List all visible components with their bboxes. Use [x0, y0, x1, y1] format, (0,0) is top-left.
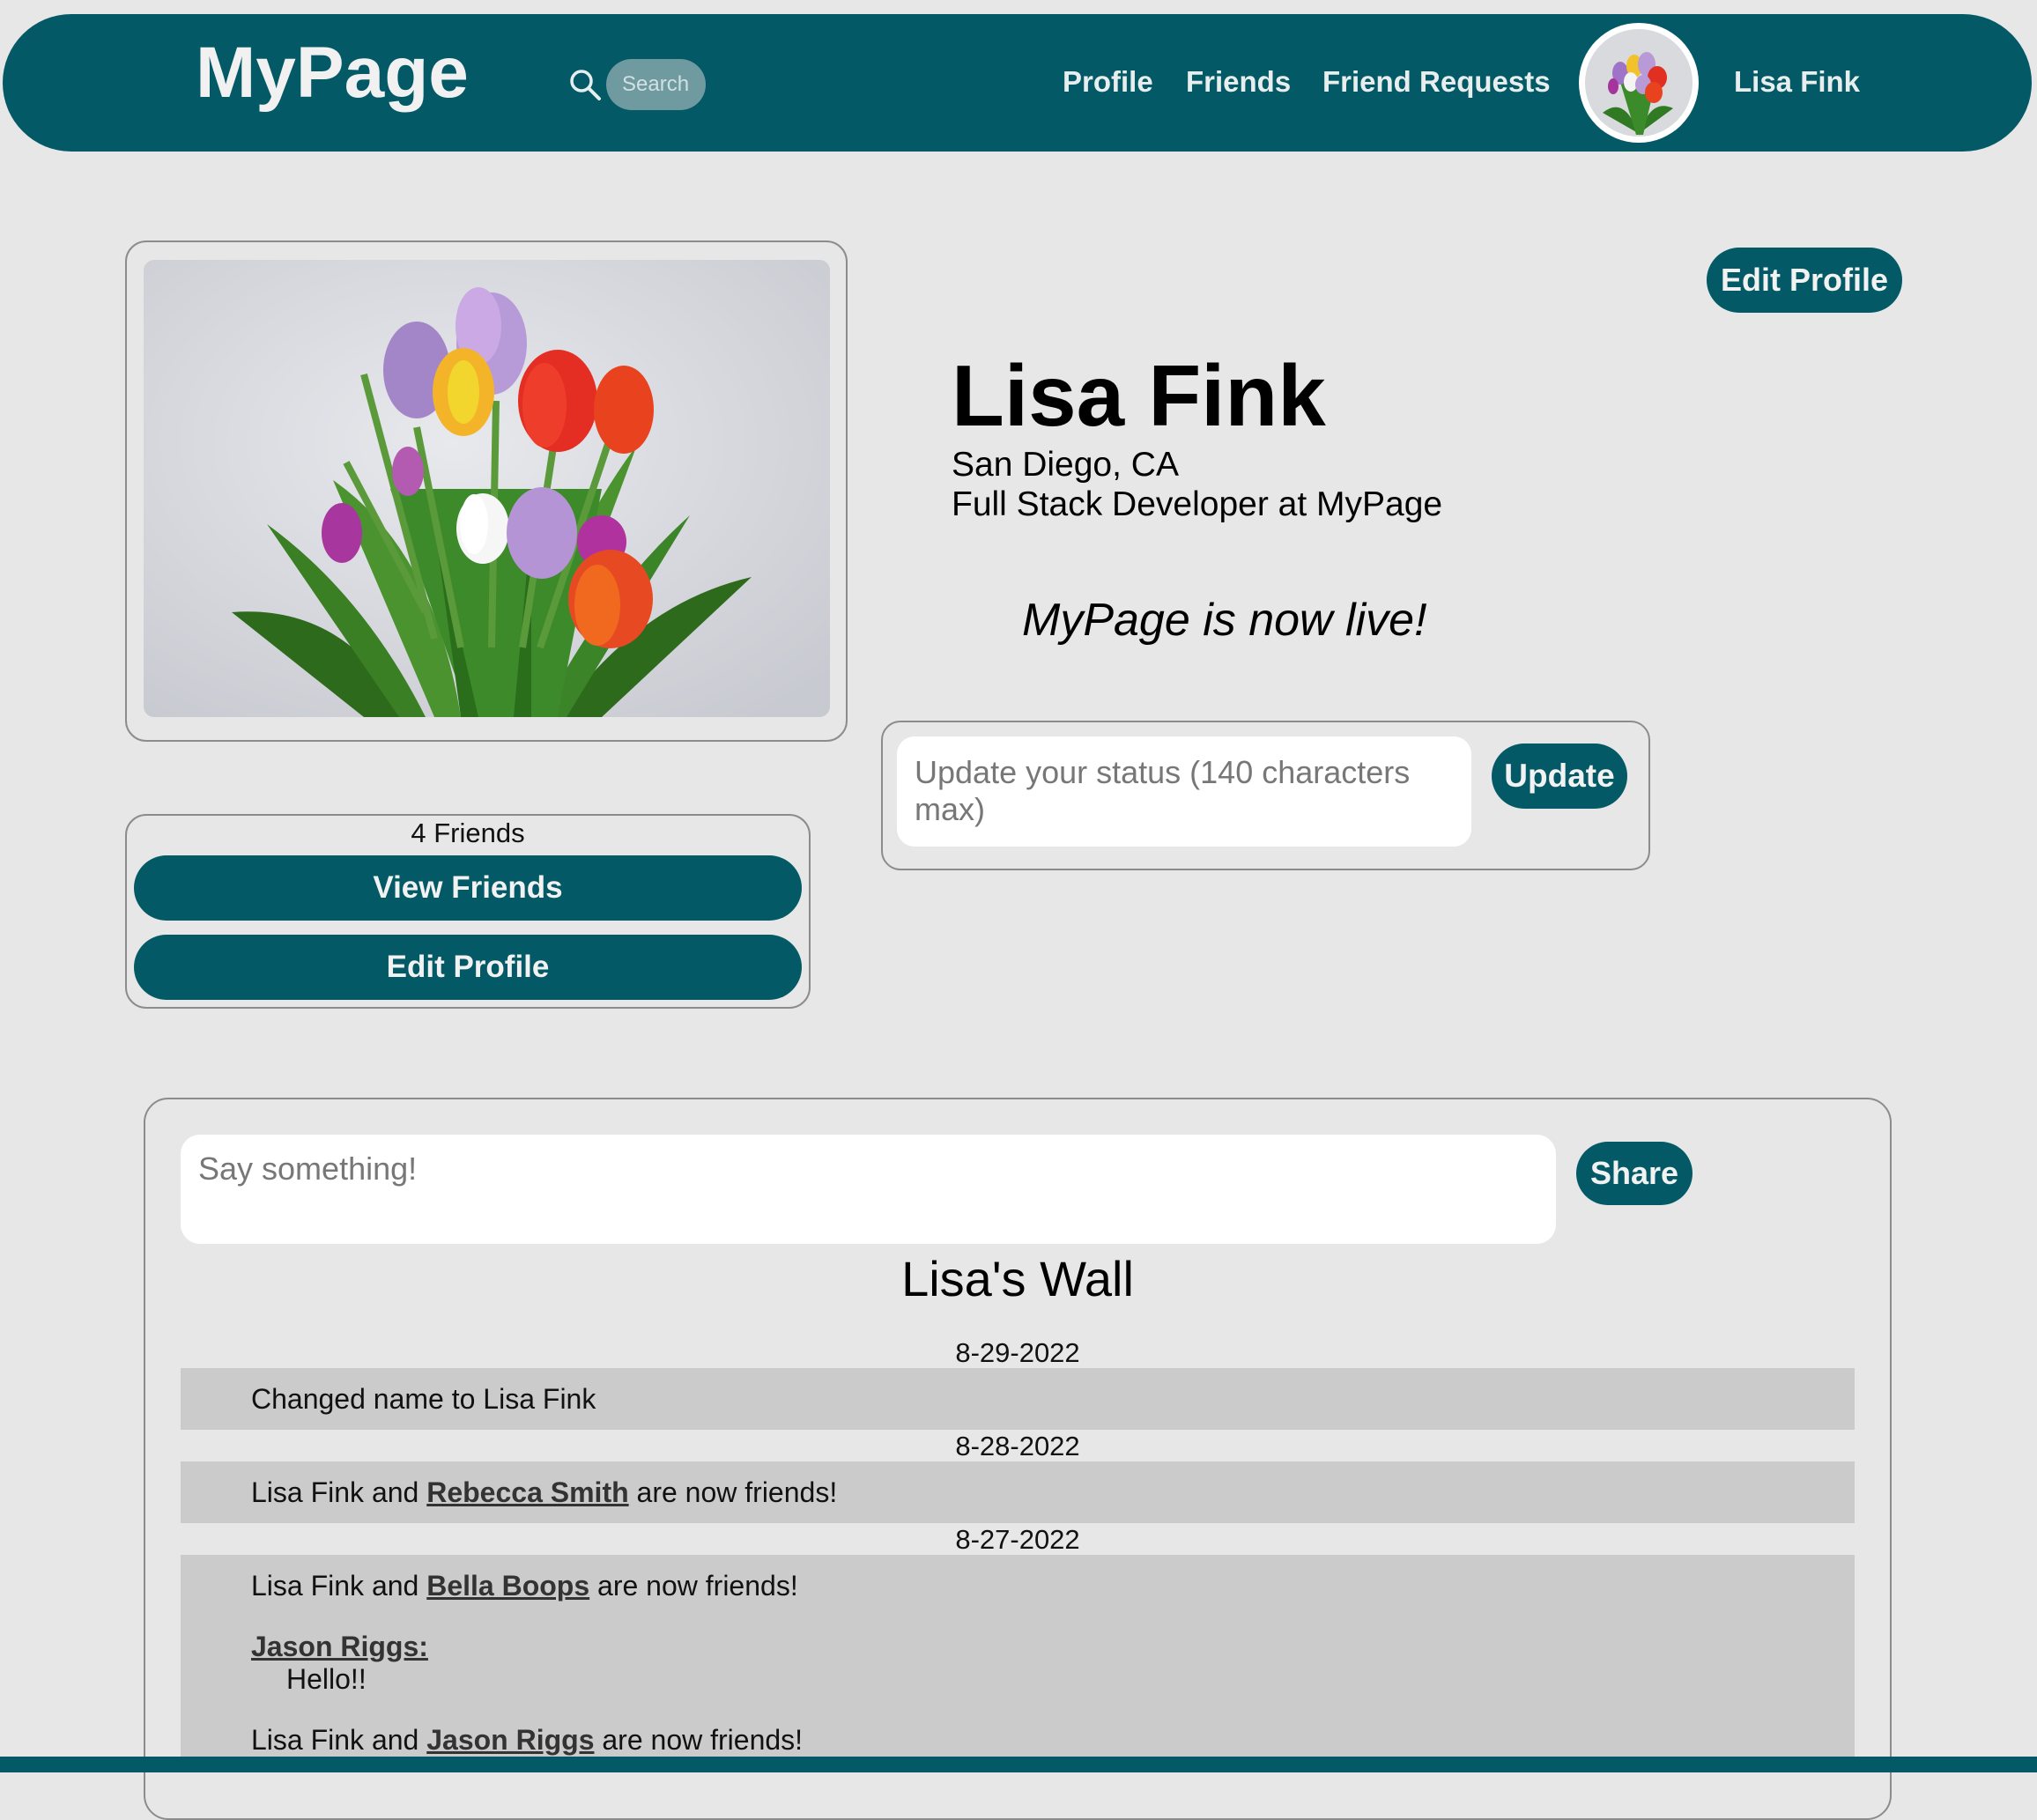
wall-title: Lisa's Wall — [901, 1251, 1134, 1306]
nav-friend-requests[interactable]: Friend Requests — [1322, 67, 1551, 96]
wall-entry: Changed name to Lisa Fink — [251, 1383, 596, 1415]
update-status-button[interactable]: Update — [1492, 744, 1627, 809]
wall-entry: Lisa Fink and Rebecca Smith are now frie… — [251, 1478, 837, 1506]
status-text: MyPage is now live! — [1022, 595, 1427, 646]
share-button[interactable]: Share — [1576, 1142, 1693, 1205]
wall-date: 8-28-2022 — [955, 1431, 1080, 1461]
wall-post-input[interactable] — [181, 1135, 1556, 1244]
wall-date: 8-27-2022 — [955, 1524, 1080, 1555]
nav-friends[interactable]: Friends — [1186, 67, 1291, 96]
entry-suffix: are now friends! — [602, 1724, 804, 1756]
edit-profile-button[interactable]: Edit Profile — [1707, 248, 1902, 313]
friend-link[interactable]: Bella Boops — [426, 1570, 589, 1602]
entry-prefix: Lisa Fink and — [251, 1476, 419, 1508]
tulip-avatar-icon — [1585, 29, 1693, 137]
entry-suffix: are now friends! — [597, 1570, 798, 1602]
nav-profile[interactable]: Profile — [1063, 67, 1153, 96]
brand-logo[interactable]: MyPage — [196, 37, 469, 109]
footer-bar — [0, 1757, 2037, 1772]
wall-entry: Lisa Fink and Bella Boops are now friend… — [251, 1572, 798, 1600]
profile-job-title: Full Stack Developer at MyPage — [952, 485, 1443, 523]
search-input[interactable] — [606, 59, 706, 110]
wall-entry: Lisa Fink and Jason Riggs are now friend… — [251, 1726, 803, 1754]
wall-date: 8-29-2022 — [955, 1337, 1080, 1368]
friend-link[interactable]: Jason Riggs — [426, 1724, 594, 1756]
entry-prefix: Lisa Fink and — [251, 1724, 419, 1756]
entry-prefix: Lisa Fink and — [251, 1570, 419, 1602]
friend-link[interactable]: Rebecca Smith — [426, 1476, 628, 1508]
search-icon[interactable] — [567, 67, 603, 102]
user-name-link[interactable]: Lisa Fink — [1734, 67, 1860, 96]
profile-name: Lisa Fink — [952, 347, 1326, 444]
entry-suffix: are now friends! — [636, 1476, 838, 1508]
view-friends-button[interactable]: View Friends — [134, 855, 802, 921]
profile-photo — [144, 260, 830, 717]
comment-author-link[interactable]: Jason Riggs: — [251, 1632, 428, 1661]
tulip-bouquet-icon — [144, 260, 830, 717]
comment-message: Hello!! — [286, 1663, 367, 1695]
edit-profile-secondary-button[interactable]: Edit Profile — [134, 935, 802, 1000]
profile-location: San Diego, CA — [952, 446, 1179, 484]
avatar[interactable] — [1579, 23, 1699, 143]
status-input[interactable] — [897, 736, 1471, 847]
friend-count: 4 Friends — [411, 818, 525, 848]
